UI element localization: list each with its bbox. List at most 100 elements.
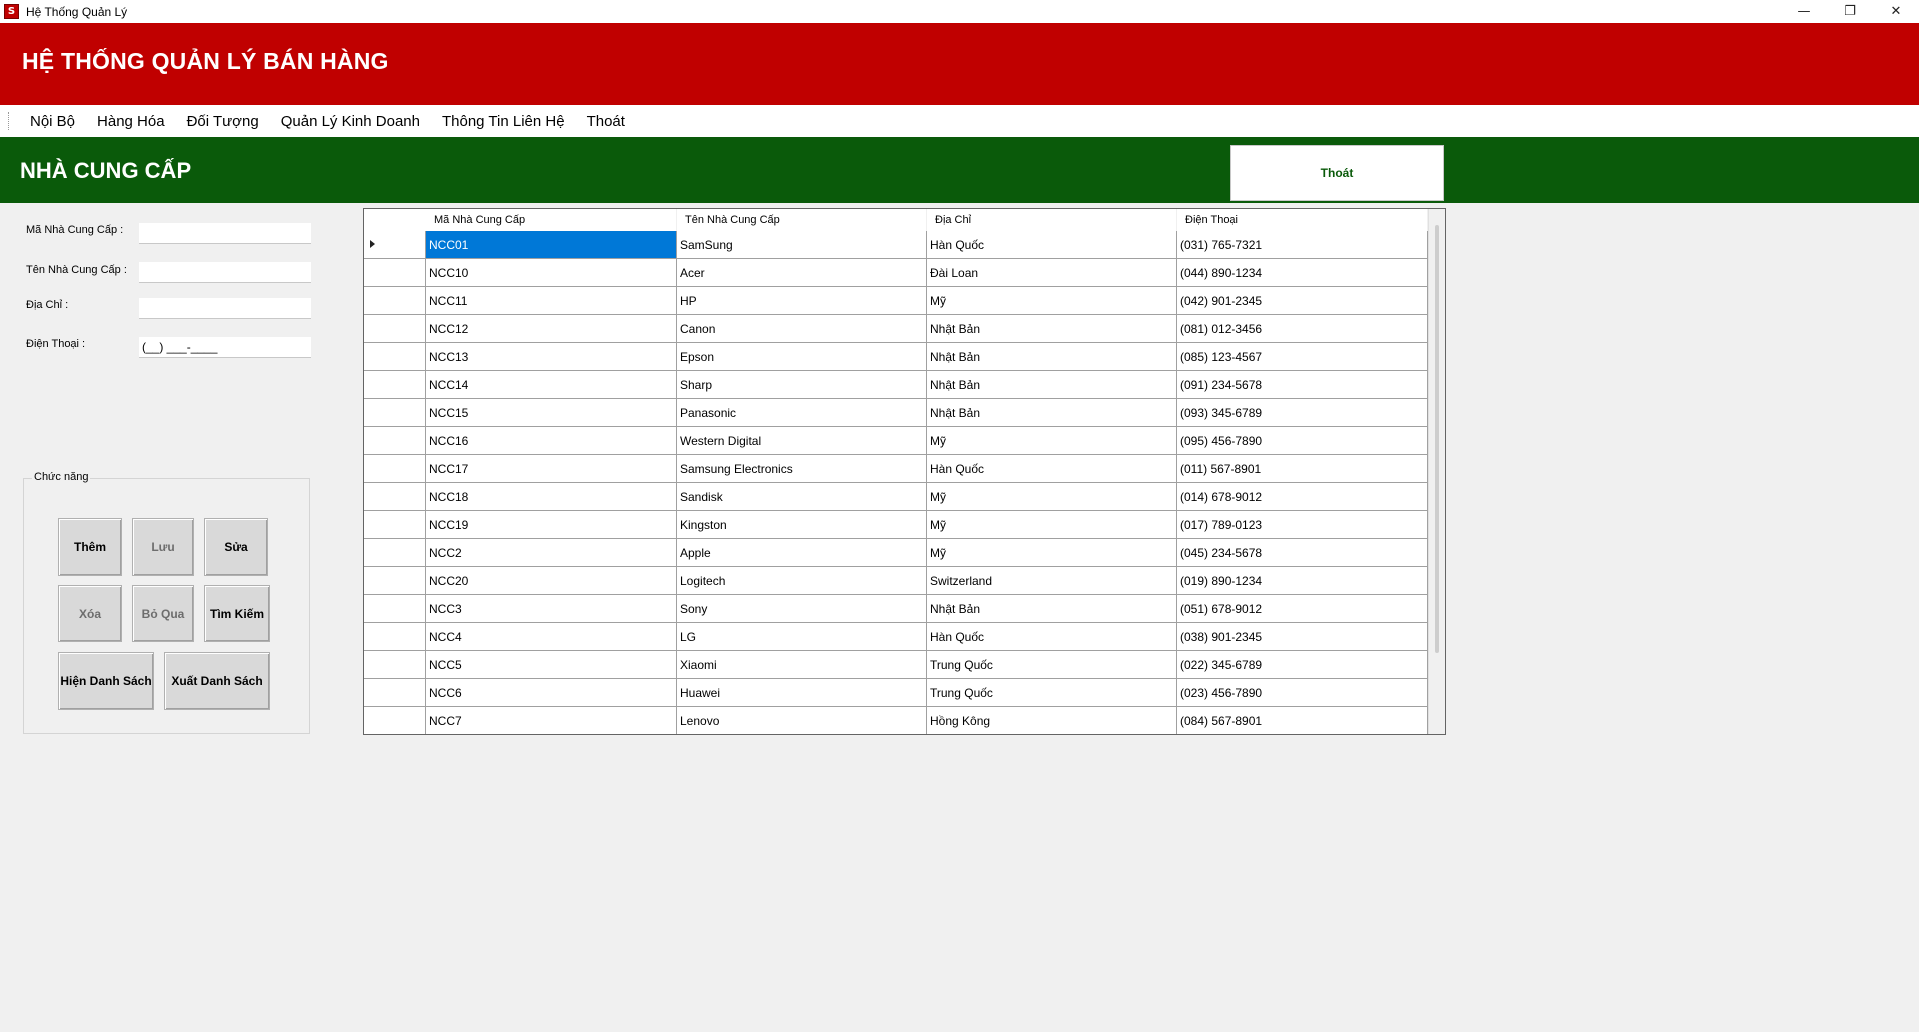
supplier-id-field[interactable]	[139, 223, 311, 244]
column-header-address[interactable]: Địa Chỉ	[927, 209, 1177, 231]
phone-cell[interactable]: (011) 567-8901	[1177, 455, 1428, 482]
row-header[interactable]	[364, 371, 426, 398]
row-header[interactable]	[364, 595, 426, 622]
search-button[interactable]: Tìm Kiếm	[204, 585, 270, 642]
exit-button[interactable]: Thoát	[1230, 145, 1444, 201]
address-cell[interactable]: Nhật Bản	[927, 399, 1177, 426]
table-row[interactable]: NCC01 SamSung Hàn Quốc (031) 765-7321	[364, 231, 1428, 259]
export-list-button[interactable]: Xuất Danh Sách	[164, 652, 270, 710]
table-row[interactable]: NCC20 Logitech Switzerland (019) 890-1234	[364, 567, 1428, 595]
supplier-name-cell[interactable]: LG	[677, 623, 927, 650]
row-header[interactable]	[364, 539, 426, 566]
phone-cell[interactable]: (031) 765-7321	[1177, 231, 1428, 258]
table-row[interactable]: NCC7 Lenovo Hồng Kông (084) 567-8901	[364, 707, 1428, 734]
table-row[interactable]: NCC12 Canon Nhật Bản (081) 012-3456	[364, 315, 1428, 343]
supplier-id-cell[interactable]: NCC20	[426, 567, 677, 594]
table-row[interactable]: NCC3 Sony Nhật Bản (051) 678-9012	[364, 595, 1428, 623]
supplier-id-cell[interactable]: NCC17	[426, 455, 677, 482]
supplier-grid[interactable]: Mã Nhà Cung Cấp Tên Nhà Cung Cấp Địa Chỉ…	[363, 208, 1446, 735]
supplier-id-cell[interactable]: NCC19	[426, 511, 677, 538]
table-row[interactable]: NCC5 Xiaomi Trung Quốc (022) 345-6789	[364, 651, 1428, 679]
supplier-id-cell[interactable]: NCC13	[426, 343, 677, 370]
supplier-id-cell[interactable]: NCC10	[426, 259, 677, 286]
menu-item-thong-tin-lien-he[interactable]: Thông Tin Liên Hệ	[431, 105, 576, 137]
menu-item-quan-ly-kinh-doanh[interactable]: Quản Lý Kinh Doanh	[270, 105, 431, 137]
address-cell[interactable]: Nhật Bản	[927, 595, 1177, 622]
scrollbar-thumb[interactable]	[1435, 225, 1439, 653]
row-header[interactable]	[364, 427, 426, 454]
phone-cell[interactable]: (023) 456-7890	[1177, 679, 1428, 706]
show-list-button[interactable]: Hiện Danh Sách	[58, 652, 154, 710]
row-header[interactable]	[364, 651, 426, 678]
address-cell[interactable]: Mỹ	[927, 511, 1177, 538]
address-cell[interactable]: Mỹ	[927, 427, 1177, 454]
address-cell[interactable]: Trung Quốc	[927, 679, 1177, 706]
table-row[interactable]: NCC17 Samsung Electronics Hàn Quốc (011) 56…	[364, 455, 1428, 483]
phone-cell[interactable]: (014) 678-9012	[1177, 483, 1428, 510]
supplier-id-cell[interactable]: NCC6	[426, 679, 677, 706]
close-icon[interactable]: ✕	[1873, 0, 1919, 23]
supplier-name-cell[interactable]: Xiaomi	[677, 651, 927, 678]
supplier-name-cell[interactable]: Logitech	[677, 567, 927, 594]
maximize-icon[interactable]: ❐	[1827, 0, 1873, 23]
phone-cell[interactable]: (081) 012-3456	[1177, 315, 1428, 342]
menu-item-thoat[interactable]: Thoát	[576, 105, 636, 137]
edit-button[interactable]: Sửa	[204, 518, 268, 576]
address-field[interactable]	[139, 298, 311, 319]
table-row[interactable]: NCC16 Western Digital Mỹ (095) 456-7890	[364, 427, 1428, 455]
supplier-id-cell[interactable]: NCC11	[426, 287, 677, 314]
supplier-name-cell[interactable]: Kingston	[677, 511, 927, 538]
supplier-name-cell[interactable]: Huawei	[677, 679, 927, 706]
address-cell[interactable]: Nhật Bản	[927, 343, 1177, 370]
address-cell[interactable]: Mỹ	[927, 483, 1177, 510]
supplier-name-cell[interactable]: Epson	[677, 343, 927, 370]
supplier-name-cell[interactable]: Samsung Electronics	[677, 455, 927, 482]
address-cell[interactable]: Hàn Quốc	[927, 455, 1177, 482]
supplier-id-cell[interactable]: NCC12	[426, 315, 677, 342]
row-header[interactable]	[364, 511, 426, 538]
table-row[interactable]: NCC6 Huawei Trung Quốc (023) 456-7890	[364, 679, 1428, 707]
supplier-name-cell[interactable]: Sandisk	[677, 483, 927, 510]
phone-cell[interactable]: (038) 901-2345	[1177, 623, 1428, 650]
address-cell[interactable]: Hàn Quốc	[927, 623, 1177, 650]
table-row[interactable]: NCC11 HP Mỹ (042) 901-2345	[364, 287, 1428, 315]
supplier-name-cell[interactable]: Acer	[677, 259, 927, 286]
menu-item-doi-tuong[interactable]: Đối Tượng	[176, 105, 270, 137]
table-row[interactable]: NCC19 Kingston Mỹ (017) 789-0123	[364, 511, 1428, 539]
address-cell[interactable]: Switzerland	[927, 567, 1177, 594]
supplier-name-field[interactable]	[139, 262, 311, 283]
supplier-name-cell[interactable]: Panasonic	[677, 399, 927, 426]
address-cell[interactable]: Nhật Bản	[927, 315, 1177, 342]
supplier-id-cell[interactable]: NCC7	[426, 707, 677, 734]
supplier-id-cell[interactable]: NCC01	[426, 231, 677, 258]
address-cell[interactable]: Nhật Bản	[927, 371, 1177, 398]
table-row[interactable]: NCC14 Sharp Nhật Bản (091) 234-5678	[364, 371, 1428, 399]
row-header[interactable]	[364, 343, 426, 370]
supplier-name-cell[interactable]: Sharp	[677, 371, 927, 398]
phone-cell[interactable]: (085) 123-4567	[1177, 343, 1428, 370]
phone-cell[interactable]: (091) 234-5678	[1177, 371, 1428, 398]
table-row[interactable]: NCC10 Acer Đài Loan (044) 890-1234	[364, 259, 1428, 287]
table-row[interactable]: NCC2 Apple Mỹ (045) 234-5678	[364, 539, 1428, 567]
phone-field[interactable]	[139, 337, 311, 358]
supplier-name-cell[interactable]: SamSung	[677, 231, 927, 258]
supplier-name-cell[interactable]: Canon	[677, 315, 927, 342]
supplier-name-cell[interactable]: Sony	[677, 595, 927, 622]
phone-cell[interactable]: (045) 234-5678	[1177, 539, 1428, 566]
minimize-icon[interactable]: —	[1781, 0, 1827, 23]
add-button[interactable]: Thêm	[58, 518, 122, 576]
row-header[interactable]	[364, 231, 426, 258]
address-cell[interactable]: Mỹ	[927, 539, 1177, 566]
menu-item-hang-hoa[interactable]: Hàng Hóa	[86, 105, 176, 137]
supplier-id-cell[interactable]: NCC14	[426, 371, 677, 398]
address-cell[interactable]: Đài Loan	[927, 259, 1177, 286]
supplier-id-cell[interactable]: NCC2	[426, 539, 677, 566]
phone-cell[interactable]: (093) 345-6789	[1177, 399, 1428, 426]
row-header[interactable]	[364, 483, 426, 510]
row-header[interactable]	[364, 455, 426, 482]
supplier-id-cell[interactable]: NCC5	[426, 651, 677, 678]
address-cell[interactable]: Trung Quốc	[927, 651, 1177, 678]
phone-cell[interactable]: (095) 456-7890	[1177, 427, 1428, 454]
phone-cell[interactable]: (017) 789-0123	[1177, 511, 1428, 538]
table-row[interactable]: NCC4 LG Hàn Quốc (038) 901-2345	[364, 623, 1428, 651]
